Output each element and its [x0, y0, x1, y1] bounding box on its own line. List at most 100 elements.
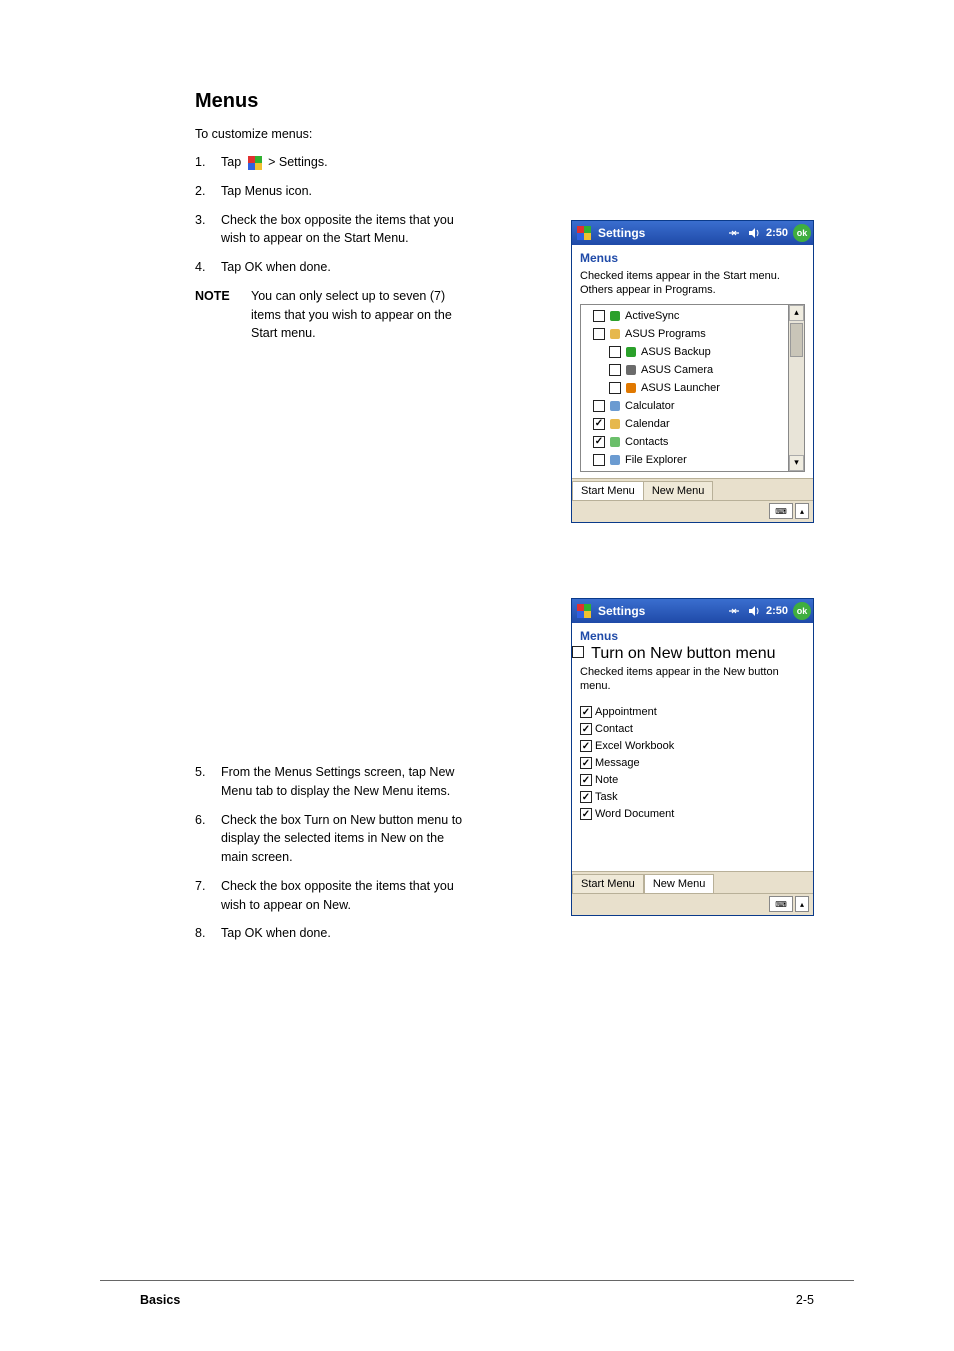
step-6: 6.Check the box Turn on New button menu …: [195, 811, 465, 867]
list-item-label: File Explorer: [625, 454, 687, 466]
list-item-label: Note: [595, 774, 618, 786]
list-item-label: Calendar: [625, 418, 670, 430]
footer-section: Basics: [140, 1293, 180, 1307]
checkbox[interactable]: [593, 310, 605, 322]
section-heading: Menus: [195, 90, 814, 113]
app-icon: [608, 327, 622, 341]
program-list: ActiveSync ASUS Programs ASUS Backup ASUS C…: [580, 304, 805, 472]
list-item-label: ASUS Camera: [641, 364, 713, 376]
list-item-label: Contact: [595, 723, 633, 735]
step-2: 2.Tap Menus icon.: [195, 182, 465, 201]
checkbox[interactable]: [609, 346, 621, 358]
tab-start-menu[interactable]: Start Menu: [572, 481, 644, 500]
list-item-label: Contacts: [625, 436, 668, 448]
checkbox[interactable]: [609, 364, 621, 376]
list-item-label: Calculator: [625, 400, 675, 412]
list-item[interactable]: Excel Workbook: [580, 738, 805, 755]
checkbox[interactable]: [593, 454, 605, 466]
list-item[interactable]: Contact: [580, 721, 805, 738]
list-item[interactable]: Task: [580, 789, 805, 806]
tab-start-menu[interactable]: Start Menu: [572, 874, 644, 893]
list-item[interactable]: ASUS Launcher: [583, 379, 786, 397]
checkbox[interactable]: [572, 646, 584, 658]
checkbox[interactable]: [593, 400, 605, 412]
input-up-icon[interactable]: ▴: [795, 896, 809, 912]
list-item[interactable]: Calculator: [583, 397, 786, 415]
ok-button[interactable]: ok: [793, 224, 811, 242]
list-item[interactable]: File Explorer: [583, 451, 786, 469]
ok-button[interactable]: ok: [793, 602, 811, 620]
turn-on-new-button[interactable]: Turn on New button menu: [572, 645, 813, 663]
app-icon: [608, 453, 622, 467]
list-item[interactable]: ASUS Camera: [583, 361, 786, 379]
step-3: 3.Check the box opposite the items that …: [195, 211, 465, 249]
checkbox[interactable]: [609, 382, 621, 394]
tab-bar: Start Menu New Menu: [572, 478, 813, 500]
list-item[interactable]: Find: [583, 469, 786, 471]
start-flag-icon[interactable]: [574, 223, 594, 243]
list-item[interactable]: ActiveSync: [583, 307, 786, 325]
keyboard-icon[interactable]: ⌨: [769, 503, 793, 519]
list-item-label: Word Document: [595, 808, 674, 820]
list-item[interactable]: Appointment: [580, 704, 805, 721]
list-item[interactable]: Calendar: [583, 415, 786, 433]
settings-panel-start-menu: Settings 2:50 ok Menus Checked items app…: [571, 220, 814, 523]
titlebar: Settings 2:50 ok: [572, 599, 813, 623]
speaker-icon[interactable]: [745, 224, 763, 242]
intro-text: To customize menus:: [195, 127, 814, 141]
checkbox[interactable]: [593, 328, 605, 340]
list-item[interactable]: ASUS Programs: [583, 325, 786, 343]
title-text: Settings: [598, 604, 723, 618]
new-menu-list: Appointment Contact Excel Workbook Message N…: [580, 702, 805, 825]
checkbox[interactable]: [593, 436, 605, 448]
list-item-label: ActiveSync: [625, 310, 679, 322]
panel-heading: Menus: [572, 623, 813, 645]
keyboard-icon[interactable]: ⌨: [769, 896, 793, 912]
list-item[interactable]: Contacts: [583, 433, 786, 451]
titlebar: Settings 2:50 ok: [572, 221, 813, 245]
footer-page: 2-5: [796, 1293, 814, 1307]
list-item-label: ASUS Launcher: [641, 382, 720, 394]
clock: 2:50: [766, 227, 788, 239]
checkbox[interactable]: [580, 757, 592, 769]
app-icon: [608, 417, 622, 431]
checkbox[interactable]: [580, 723, 592, 735]
scroll-up-icon[interactable]: ▴: [789, 305, 804, 321]
checkbox[interactable]: [580, 774, 592, 786]
app-icon: [624, 345, 638, 359]
checkbox[interactable]: [580, 808, 592, 820]
checkbox[interactable]: [580, 791, 592, 803]
scroll-thumb[interactable]: [790, 323, 803, 357]
list-item[interactable]: Word Document: [580, 806, 805, 823]
scroll-down-icon[interactable]: ▾: [789, 455, 804, 471]
step-5: 5.From the Menus Settings screen, tap Ne…: [195, 763, 465, 801]
start-flag-icon[interactable]: [574, 601, 594, 621]
speaker-icon[interactable]: [745, 602, 763, 620]
panel-heading: Menus: [572, 245, 813, 267]
app-icon: [608, 435, 622, 449]
app-icon: [608, 399, 622, 413]
list-item-label: Message: [595, 757, 640, 769]
app-icon: [624, 363, 638, 377]
step-1: 1. Tap > Settings.: [195, 153, 465, 172]
tab-new-menu[interactable]: New Menu: [644, 481, 714, 500]
scrollbar[interactable]: ▴ ▾: [788, 305, 804, 471]
step-4: 4.Tap OK when done.: [195, 258, 465, 277]
checkbox[interactable]: [580, 740, 592, 752]
connection-icon[interactable]: [725, 224, 743, 242]
start-flag-icon: [247, 155, 263, 171]
list-item[interactable]: Message: [580, 755, 805, 772]
connection-icon[interactable]: [725, 602, 743, 620]
list-item-label: ASUS Programs: [625, 328, 706, 340]
list-item[interactable]: Note: [580, 772, 805, 789]
tab-new-menu[interactable]: New Menu: [644, 874, 715, 893]
checkbox[interactable]: [593, 418, 605, 430]
panel-desc: Checked items appear in the Start menu. …: [572, 267, 813, 304]
checkbox[interactable]: [580, 706, 592, 718]
list-item-label: Excel Workbook: [595, 740, 674, 752]
step-7: 7.Check the box opposite the items that …: [195, 877, 465, 915]
app-icon: [608, 309, 622, 323]
list-item[interactable]: ASUS Backup: [583, 343, 786, 361]
input-up-icon[interactable]: ▴: [795, 503, 809, 519]
clock: 2:50: [766, 605, 788, 617]
